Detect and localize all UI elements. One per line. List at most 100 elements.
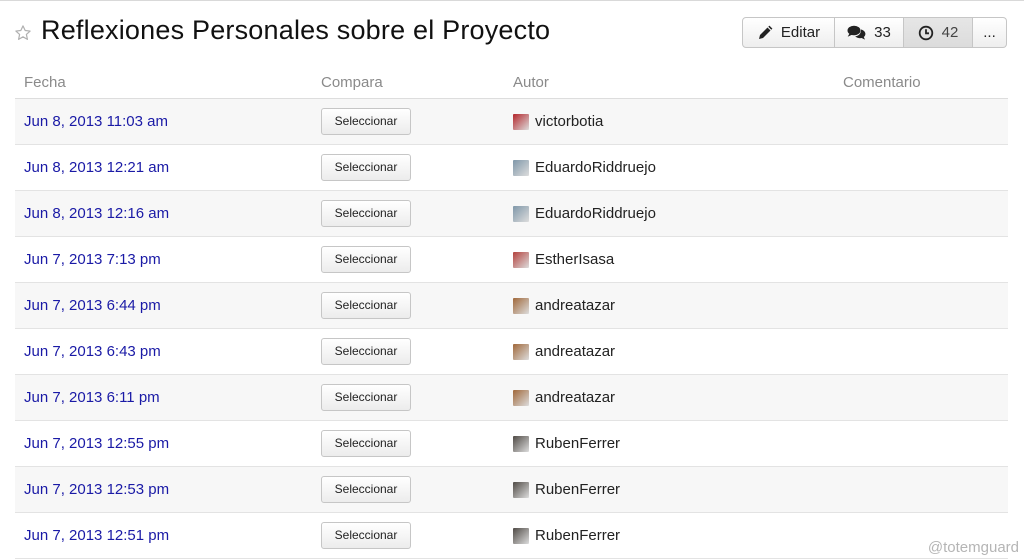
comment-cell [834, 282, 1008, 329]
author-name: andreatazar [535, 389, 616, 406]
author-cell: EduardoRiddruejo [504, 144, 834, 191]
select-button[interactable]: Seleccionar [321, 476, 411, 503]
author-name: RubenFerrer [535, 481, 621, 498]
avatar [513, 205, 529, 222]
author-cell: RubenFerrer [504, 512, 834, 559]
author-cell: EduardoRiddruejo [504, 190, 834, 237]
author-name: EduardoRiddruejo [535, 205, 656, 222]
date-cell: Jun 7, 2013 12:53 pm [15, 466, 312, 513]
author-link[interactable]: EduardoRiddruejo [513, 205, 834, 222]
table-row: Jun 8, 2013 12:16 am Seleccionar EduardoRi… [15, 190, 1008, 237]
edit-button[interactable]: Editar [742, 17, 835, 48]
avatar [513, 435, 529, 452]
select-button[interactable]: Seleccionar [321, 108, 411, 135]
avatar [513, 251, 529, 268]
comment-cell [834, 190, 1008, 237]
revision-date-link[interactable]: Jun 7, 2013 7:13 pm [24, 251, 161, 268]
table-row: Jun 7, 2013 12:51 pm Seleccionar RubenFerr… [15, 512, 1008, 559]
comment-cell [834, 98, 1008, 145]
author-cell: RubenFerrer [504, 420, 834, 467]
author-link[interactable]: RubenFerrer [513, 527, 834, 544]
compare-cell: Seleccionar [312, 282, 504, 329]
select-button[interactable]: Seleccionar [321, 522, 411, 549]
table-row: Jun 7, 2013 12:53 pm Seleccionar RubenFerr… [15, 466, 1008, 513]
watermark: @totemguard [927, 539, 1019, 556]
select-button[interactable]: Seleccionar [321, 154, 411, 181]
star-icon[interactable] [14, 24, 32, 42]
select-button[interactable]: Seleccionar [321, 384, 411, 411]
avatar [513, 343, 529, 360]
history-button[interactable]: 42 [904, 17, 973, 48]
edit-label: Editar [780, 24, 821, 41]
revision-date-link[interactable]: Jun 7, 2013 6:44 pm [24, 297, 161, 314]
avatar [513, 389, 529, 406]
avatar [513, 159, 529, 176]
author-cell: andreatazar [504, 374, 834, 421]
author-link[interactable]: andreatazar [513, 389, 834, 406]
compare-cell: Seleccionar [312, 144, 504, 191]
compare-cell: Seleccionar [312, 420, 504, 467]
author-link[interactable]: andreatazar [513, 297, 834, 314]
avatar [513, 481, 529, 498]
header-comment: Comentario [834, 66, 1008, 99]
avatar [513, 113, 529, 130]
date-cell: Jun 8, 2013 11:03 am [15, 98, 312, 145]
table-row: Jun 7, 2013 7:13 pm Seleccionar EstherIsas… [15, 236, 1008, 283]
select-button[interactable]: Seleccionar [321, 338, 411, 365]
avatar [513, 297, 529, 314]
comment-cell [834, 144, 1008, 191]
comments-count: 33 [874, 24, 891, 41]
author-link[interactable]: EduardoRiddruejo [513, 159, 834, 176]
date-cell: Jun 7, 2013 7:13 pm [15, 236, 312, 283]
author-name: RubenFerrer [535, 435, 621, 452]
revision-date-link[interactable]: Jun 7, 2013 12:53 pm [24, 481, 169, 498]
author-link[interactable]: andreatazar [513, 343, 834, 360]
author-cell: EstherIsasa [504, 236, 834, 283]
revision-date-link[interactable]: Jun 7, 2013 6:11 pm [24, 389, 160, 406]
header-date[interactable]: Fecha [15, 66, 312, 99]
author-link[interactable]: EstherIsasa [513, 251, 834, 268]
revision-date-link[interactable]: Jun 7, 2013 6:43 pm [24, 343, 161, 360]
author-name: EstherIsasa [535, 251, 615, 268]
table-header-row: Fecha Compara Autor Comentario [15, 66, 1008, 99]
avatar [513, 527, 529, 544]
comment-cell [834, 236, 1008, 283]
revision-history-table: Fecha Compara Autor Comentario Jun 8, 20… [15, 66, 1008, 559]
date-cell: Jun 7, 2013 6:11 pm [15, 374, 312, 421]
comment-cell [834, 466, 1008, 513]
select-button[interactable]: Seleccionar [321, 246, 411, 273]
more-label: ... [983, 24, 996, 41]
page-actions: Editar 33 42 ... [742, 17, 1007, 48]
author-name: RubenFerrer [535, 527, 621, 544]
comments-icon [847, 25, 866, 40]
table-row: Jun 8, 2013 12:21 am Seleccionar EduardoRi… [15, 144, 1008, 191]
date-cell: Jun 7, 2013 12:51 pm [15, 512, 312, 559]
header-author[interactable]: Autor [504, 66, 834, 99]
author-link[interactable]: victorbotia [513, 113, 834, 130]
author-link[interactable]: RubenFerrer [513, 481, 834, 498]
comment-cell [834, 374, 1008, 421]
table-row: Jun 8, 2013 11:03 am Seleccionar victorbot… [15, 98, 1008, 145]
compare-cell: Seleccionar [312, 98, 504, 145]
revision-date-link[interactable]: Jun 8, 2013 12:16 am [24, 205, 169, 222]
revision-date-link[interactable]: Jun 8, 2013 11:03 am [24, 113, 168, 130]
table-row: Jun 7, 2013 6:11 pm Seleccionar andreataza… [15, 374, 1008, 421]
pencil-icon [758, 25, 773, 39]
revision-date-link[interactable]: Jun 7, 2013 12:51 pm [24, 527, 169, 544]
page-title: Reflexiones Personales sobre el Proyecto [41, 15, 551, 45]
comments-button[interactable]: 33 [835, 17, 904, 48]
revision-date-link[interactable]: Jun 7, 2013 12:55 pm [24, 435, 169, 452]
select-button[interactable]: Seleccionar [321, 292, 411, 319]
select-button[interactable]: Seleccionar [321, 430, 411, 457]
compare-cell: Seleccionar [312, 236, 504, 283]
select-button[interactable]: Seleccionar [321, 200, 411, 227]
date-cell: Jun 7, 2013 6:44 pm [15, 282, 312, 329]
more-button[interactable]: ... [973, 17, 1007, 48]
author-cell: RubenFerrer [504, 466, 834, 513]
compare-cell: Seleccionar [312, 374, 504, 421]
author-name: EduardoRiddruejo [535, 159, 656, 176]
author-link[interactable]: RubenFerrer [513, 435, 834, 452]
history-count: 42 [941, 24, 959, 41]
revision-date-link[interactable]: Jun 8, 2013 12:21 am [24, 159, 169, 176]
date-cell: Jun 8, 2013 12:16 am [15, 190, 312, 237]
